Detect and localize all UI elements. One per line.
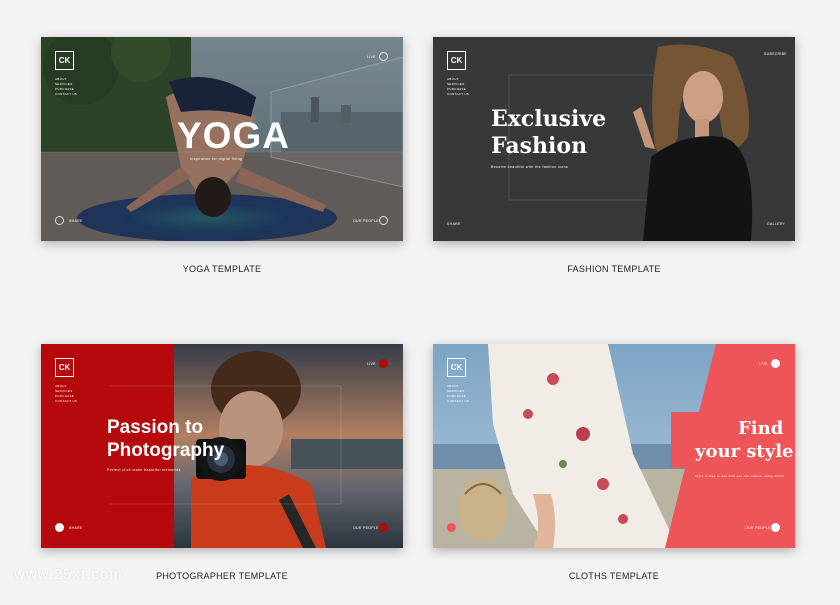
share-icon[interactable]: [55, 216, 64, 225]
hero-title-line2: your style: [695, 441, 794, 462]
cloths-template-card[interactable]: CK ABOUT SERVICES PURCHASE CONTACT US LI…: [433, 344, 795, 548]
nav-menu: ABOUT SERVICES PURCHASE CONTACT US: [447, 77, 469, 97]
hero-title-line1: Find: [738, 418, 784, 439]
menu-item-contact[interactable]: CONTACT US: [55, 92, 77, 97]
hero-tagline: Become beautiful with the fashion icons: [491, 165, 569, 169]
fashion-caption: FASHION TEMPLATE: [567, 264, 661, 274]
bottom-left-label[interactable]: SHARE: [69, 219, 83, 223]
top-right-label[interactable]: LIVE: [367, 55, 376, 59]
hero-tagline: Perfect click make beautiful memories: [107, 468, 181, 472]
bottom-right-label[interactable]: OUR PEOPLE: [353, 526, 379, 530]
fashion-template-card[interactable]: CK ABOUT SERVICES PURCHASE CONTACT US SU…: [433, 37, 795, 241]
ck-logo[interactable]: CK: [447, 51, 466, 70]
ck-logo[interactable]: CK: [447, 358, 466, 377]
top-right-circle-icon[interactable]: [379, 359, 388, 368]
top-right-circle-icon[interactable]: [379, 52, 388, 61]
bottom-right-label[interactable]: GALLERY: [767, 222, 785, 226]
bottom-left-label[interactable]: SHARE: [69, 526, 83, 530]
bottom-left-label[interactable]: SHARE: [447, 222, 461, 226]
top-right-label[interactable]: LIVE: [759, 362, 768, 366]
yoga-template-card[interactable]: CK ABOUT SERVICES PURCHASE CONTACT US LI…: [41, 37, 403, 241]
top-right-label[interactable]: SUBSCRIBE: [764, 52, 787, 56]
nav-menu: ABOUT SERVICES PURCHASE CONTACT US: [55, 384, 77, 404]
yoga-caption: YOGA TEMPLATE: [182, 264, 262, 274]
fashion-photo: [433, 37, 795, 241]
nav-menu: ABOUT SERVICES PURCHASE CONTACT US: [447, 384, 469, 404]
hero-tagline: Style is way to say who you are without …: [695, 474, 785, 478]
bottom-right-label[interactable]: OUR PEOPLE: [353, 219, 379, 223]
bottom-right-label[interactable]: OUR PEOPLE: [745, 526, 771, 530]
share-icon[interactable]: [55, 523, 64, 532]
hero-title: YOGA: [177, 115, 290, 156]
nav-menu: ABOUT SERVICES PURCHASE CONTACT US: [55, 77, 77, 97]
next-icon[interactable]: [379, 216, 388, 225]
hero-title-line2: Fashion: [491, 133, 588, 159]
hero-title-line2: Photography: [107, 440, 225, 461]
share-icon[interactable]: [447, 523, 456, 532]
hero-tagline: Inspiration for digital living: [190, 157, 243, 161]
next-icon[interactable]: [771, 523, 780, 532]
photographer-template-card[interactable]: CK ABOUT SERVICES PURCHASE CONTACT US LI…: [41, 344, 403, 548]
ck-logo[interactable]: CK: [55, 358, 74, 377]
cloths-caption: CLOTHS TEMPLATE: [568, 571, 660, 581]
top-right-label[interactable]: LIVE: [367, 362, 376, 366]
menu-item-contact[interactable]: CONTACT US: [447, 92, 469, 97]
menu-item-contact[interactable]: CONTACT US: [55, 399, 77, 404]
watermark: www.25xt.com: [14, 566, 123, 583]
ck-logo[interactable]: CK: [55, 51, 74, 70]
menu-item-contact[interactable]: CONTACT US: [447, 399, 469, 404]
hero-title-line1: Passion to: [107, 417, 204, 438]
hero-title-line1: Exclusive: [491, 106, 607, 132]
next-icon[interactable]: [379, 523, 388, 532]
top-right-circle-icon[interactable]: [771, 359, 780, 368]
